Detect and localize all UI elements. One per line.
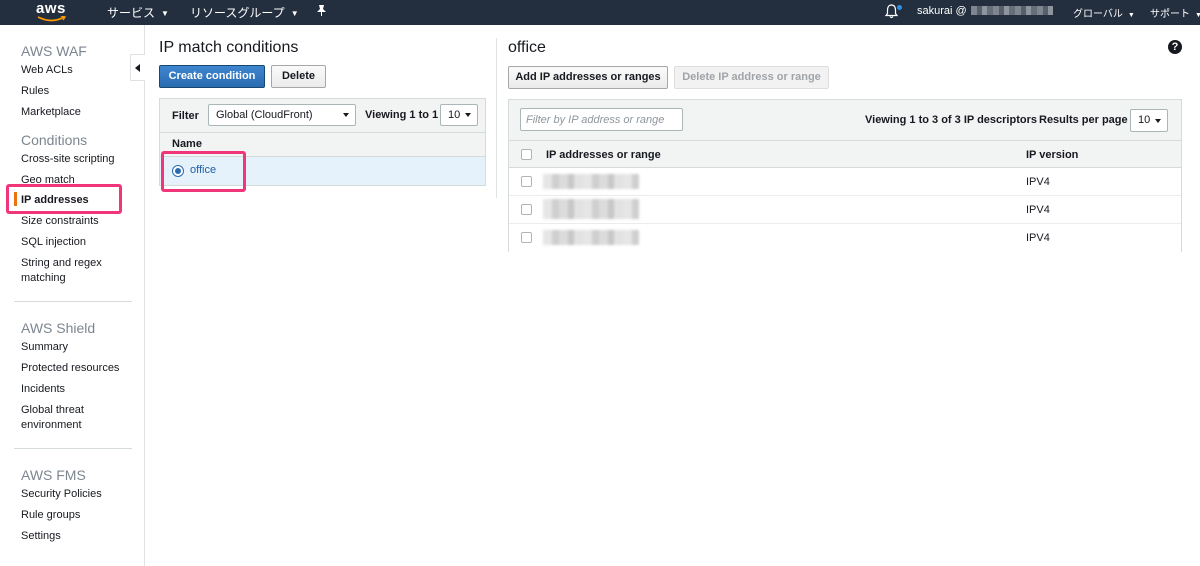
- sidebar-item-sql-injection[interactable]: SQL injection: [21, 235, 86, 250]
- aws-logo-text: aws: [36, 0, 66, 17]
- resource-groups-menu-label: リソースグループ: [190, 6, 285, 20]
- sidebar: AWS WAF Web ACLs Rules Marketplace Condi…: [0, 25, 145, 566]
- chevron-down-icon: ▼: [290, 9, 299, 18]
- sidebar-collapse-toggle[interactable]: [130, 54, 145, 81]
- table-row[interactable]: IPV4: [509, 224, 1181, 252]
- table-row[interactable]: IPV4: [509, 168, 1181, 196]
- delete-ip-button[interactable]: Delete IP address or range: [674, 66, 829, 89]
- region-menu[interactable]: グローバル ▼: [1073, 5, 1135, 20]
- sidebar-heading-fms: AWS FMS: [21, 467, 86, 483]
- sidebar-heading-waf: AWS WAF: [21, 43, 87, 59]
- help-icon[interactable]: ?: [1168, 40, 1182, 54]
- ip-filter-input[interactable]: [520, 108, 683, 131]
- redacted-ip-address: [543, 230, 639, 245]
- region-label: グローバル: [1073, 9, 1123, 20]
- row-checkbox[interactable]: [521, 204, 532, 215]
- highlight-annotation-ip-addresses: [6, 184, 122, 214]
- row-checkbox[interactable]: [521, 176, 532, 187]
- column-header-ip: IP addresses or range: [546, 149, 661, 161]
- account-name: sakurai @: [917, 5, 967, 17]
- sidebar-item-settings[interactable]: Settings: [21, 529, 61, 544]
- row-checkbox[interactable]: [521, 232, 532, 243]
- redacted-ip-address: [543, 199, 639, 219]
- redacted-ip-address: [543, 174, 639, 189]
- highlight-annotation-office: [161, 151, 246, 192]
- page-title: IP match conditions: [159, 39, 299, 56]
- sidebar-item-summary[interactable]: Summary: [21, 340, 68, 355]
- sidebar-item-cross-site-scripting[interactable]: Cross-site scripting: [21, 152, 115, 167]
- resource-groups-menu[interactable]: リソースグループ ▼: [190, 4, 299, 21]
- column-header-name: Name: [172, 138, 202, 150]
- chevron-down-icon: ▼: [1195, 12, 1200, 19]
- sidebar-item-size-constraints[interactable]: Size constraints: [21, 214, 99, 229]
- results-per-page-label: Results per page: [1039, 114, 1128, 126]
- services-menu[interactable]: サービス ▼: [107, 4, 169, 21]
- chevron-down-icon: ▼: [1127, 12, 1135, 19]
- ip-viewing-count: Viewing 1 to 3 of 3 IP descriptors: [865, 114, 1037, 126]
- sidebar-item-web-acls[interactable]: Web ACLs: [21, 63, 73, 78]
- chevron-down-icon: [1155, 119, 1161, 123]
- sidebar-item-rules[interactable]: Rules: [21, 84, 49, 99]
- sidebar-item-protected-resources[interactable]: Protected resources: [21, 361, 119, 376]
- results-per-page-value: 10: [1138, 114, 1151, 126]
- redacted-account-id: [970, 6, 1053, 15]
- conditions-page-size-select[interactable]: 10: [440, 104, 478, 126]
- sidebar-item-global-threat[interactable]: Global threat: [21, 403, 84, 418]
- sidebar-item-string-regex[interactable]: String and regex: [21, 256, 102, 271]
- pin-icon[interactable]: [316, 4, 327, 20]
- sidebar-heading-conditions: Conditions: [21, 132, 88, 148]
- ip-version-cell: IPV4: [1026, 204, 1050, 216]
- filter-scope-value: Global (CloudFront): [216, 109, 313, 121]
- sidebar-item-rule-groups[interactable]: Rule groups: [21, 508, 80, 523]
- notification-dot: [897, 5, 902, 10]
- sidebar-divider: [14, 301, 132, 302]
- chevron-down-icon: ▼: [161, 9, 169, 18]
- ip-version-cell: IPV4: [1026, 232, 1050, 244]
- results-per-page-select[interactable]: 10: [1130, 109, 1168, 132]
- ip-table-header: IP addresses or range IP version: [509, 141, 1181, 168]
- panel-divider: [496, 38, 497, 198]
- aws-logo[interactable]: aws: [36, 0, 70, 25]
- sidebar-item-string-regex-line2[interactable]: matching: [21, 271, 66, 286]
- sidebar-divider: [14, 448, 132, 449]
- delete-condition-button[interactable]: Delete: [271, 65, 326, 88]
- filter-label: Filter: [172, 110, 199, 122]
- bell-icon[interactable]: [884, 4, 902, 20]
- conditions-filter-bar: Filter Global (CloudFront) Viewing 1 to …: [160, 99, 485, 133]
- support-label: サポート: [1150, 9, 1190, 20]
- table-row[interactable]: IPV4: [509, 196, 1181, 224]
- filter-scope-select[interactable]: Global (CloudFront): [208, 104, 356, 126]
- ip-descriptors-table: Viewing 1 to 3 of 3 IP descriptors Resul…: [508, 99, 1182, 252]
- detail-title: office: [508, 39, 546, 56]
- support-menu[interactable]: サポート ▼: [1150, 5, 1200, 20]
- sidebar-item-security-policies[interactable]: Security Policies: [21, 487, 102, 502]
- aws-smile-icon: [37, 16, 67, 22]
- sidebar-item-incidents[interactable]: Incidents: [21, 382, 65, 397]
- account-menu[interactable]: sakurai @: [917, 5, 1053, 17]
- add-ip-button[interactable]: Add IP addresses or ranges: [508, 66, 668, 89]
- column-header-ip-version: IP version: [1026, 149, 1079, 161]
- conditions-page-size-value: 10: [448, 109, 461, 121]
- top-navigation-bar: aws サービス ▼ リソースグループ ▼ sakurai @ グローバル ▼ サポー…: [0, 0, 1200, 25]
- create-condition-button[interactable]: Create condition: [159, 65, 265, 88]
- services-menu-label: サービス: [107, 6, 156, 20]
- sidebar-item-marketplace[interactable]: Marketplace: [21, 105, 81, 120]
- ip-version-cell: IPV4: [1026, 176, 1050, 188]
- chevron-down-icon: [343, 113, 349, 117]
- select-all-checkbox[interactable]: [521, 149, 532, 160]
- conditions-viewing-count: Viewing 1 to 1: [365, 109, 439, 121]
- chevron-down-icon: [465, 113, 471, 117]
- sidebar-heading-shield: AWS Shield: [21, 320, 96, 336]
- ip-filter-bar: Viewing 1 to 3 of 3 IP descriptors Resul…: [509, 100, 1181, 141]
- sidebar-item-global-threat-line2[interactable]: environment: [21, 418, 82, 433]
- chevron-left-icon: [135, 64, 140, 72]
